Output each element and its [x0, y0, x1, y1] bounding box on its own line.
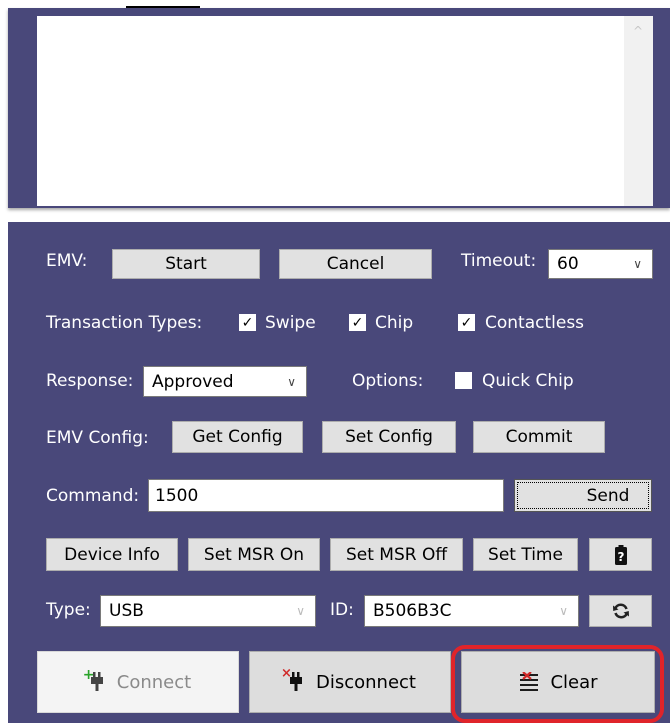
response-value: Approved	[152, 371, 234, 392]
connect-button[interactable]: + Connect	[37, 651, 239, 713]
quick-chip-checkbox[interactable]	[455, 372, 472, 389]
top-strip	[0, 0, 670, 8]
quick-chip-label: Quick Chip	[482, 371, 574, 391]
battery-question-icon: ?	[614, 544, 627, 565]
command-input[interactable]: 1500	[148, 479, 504, 512]
swipe-checkbox[interactable]: ✓	[239, 314, 256, 331]
set-msr-on-button[interactable]: Set MSR On	[188, 538, 320, 571]
command-label: Command:	[46, 486, 140, 506]
chip-label: Chip	[375, 313, 414, 333]
chevron-down-icon: ∨	[296, 604, 305, 618]
get-config-button[interactable]: Get Config	[172, 421, 303, 453]
refresh-icon	[612, 603, 629, 619]
id-value: B506B3C	[373, 601, 452, 621]
refresh-button[interactable]	[589, 595, 652, 627]
chevron-down-icon: ∨	[287, 374, 296, 389]
log-scrollbar[interactable]	[624, 16, 653, 206]
response-select[interactable]: Approved ∨	[143, 366, 307, 397]
emv-label: EMV:	[46, 251, 88, 271]
connect-label: Connect	[116, 671, 192, 693]
disconnect-button[interactable]: × Disconnect	[249, 651, 451, 713]
emv-config-label: EMV Config:	[46, 428, 149, 448]
set-time-button[interactable]: Set Time	[473, 538, 578, 571]
scroll-up-icon[interactable]: ^	[633, 24, 643, 38]
clear-highlight-ring	[451, 645, 664, 723]
set-msr-off-button[interactable]: Set MSR Off	[330, 538, 463, 571]
chevron-down-icon: ∨	[633, 257, 642, 271]
svg-text:?: ?	[617, 550, 624, 564]
timeout-value: 60	[557, 254, 579, 274]
device-info-button[interactable]: Device Info	[46, 538, 178, 571]
swipe-label: Swipe	[265, 313, 316, 333]
response-label: Response:	[46, 371, 134, 391]
start-button[interactable]: Start	[112, 249, 260, 279]
type-label: Type:	[46, 600, 91, 620]
cancel-button[interactable]: Cancel	[279, 249, 432, 279]
send-label: Send	[586, 485, 630, 506]
log-textarea[interactable]	[37, 16, 624, 206]
command-value: 1500	[155, 485, 199, 506]
battery-button[interactable]: ?	[589, 538, 652, 571]
timeout-label: Timeout:	[461, 251, 537, 271]
id-label: ID:	[330, 600, 354, 620]
commit-button[interactable]: Commit	[473, 421, 605, 453]
plug-plus-icon: +	[83, 667, 107, 692]
type-select[interactable]: USB ∨	[100, 595, 316, 627]
plug-x-icon: ×	[281, 666, 306, 692]
send-button[interactable]: Send	[514, 479, 652, 512]
chip-checkbox[interactable]: ✓	[349, 314, 366, 331]
disconnect-label: Disconnect	[316, 671, 416, 693]
contactless-label: Contactless	[485, 313, 585, 333]
options-label: Options:	[352, 371, 424, 391]
type-value: USB	[109, 601, 144, 621]
chevron-down-icon: ∨	[559, 604, 568, 618]
transaction-types-label: Transaction Types:	[46, 313, 203, 333]
set-config-button[interactable]: Set Config	[322, 421, 456, 453]
id-select[interactable]: B506B3C ∨	[364, 595, 579, 627]
timeout-select[interactable]: 60 ∨	[548, 249, 653, 279]
contactless-checkbox[interactable]: ✓	[458, 314, 475, 331]
